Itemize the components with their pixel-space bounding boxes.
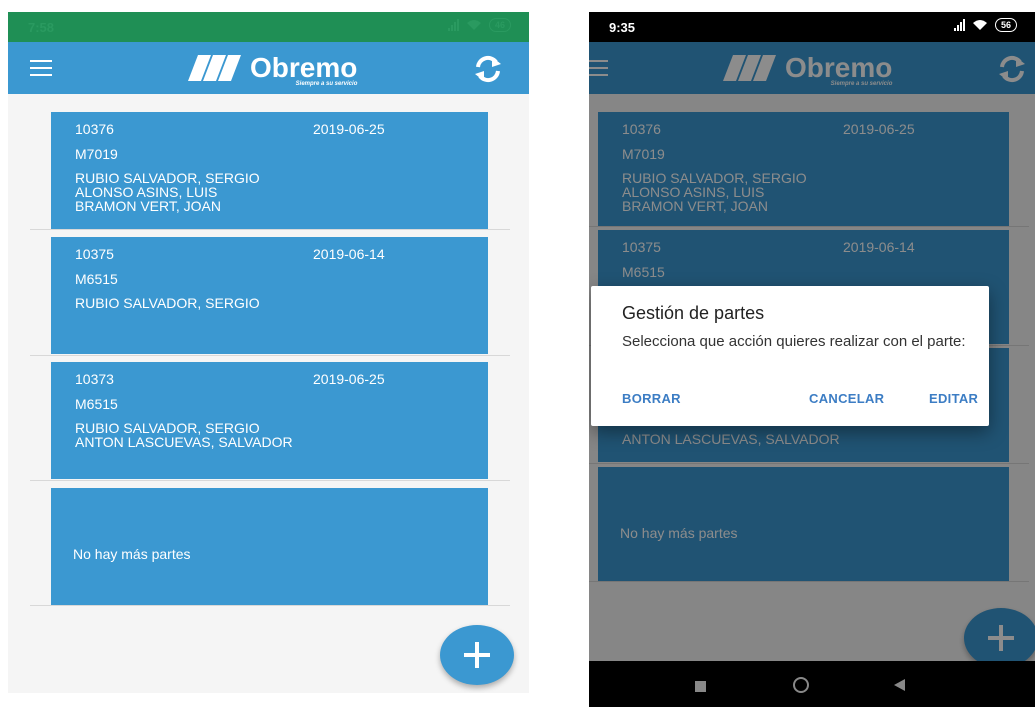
edit-button[interactable]: EDITAR (929, 391, 978, 406)
list-divider (30, 355, 510, 356)
status-bar: 9:35 56 (589, 12, 1035, 42)
recent-apps-icon[interactable] (695, 681, 706, 692)
dialog-title: Gestión de partes (622, 303, 765, 323)
app-bar: Obremo Siempre a su servicio (8, 42, 529, 94)
list-divider (30, 229, 510, 230)
worker-name: RUBIO SALVADOR, SERGIO (75, 170, 260, 186)
worker-name: ANTON LASCUEVAS, SALVADOR (75, 434, 293, 450)
worker-name: ALONSO ASINS, LUIS (75, 184, 218, 200)
part-workers: RUBIO SALVADOR, SERGIO ALONSO ASINS, LUI… (75, 171, 260, 213)
part-card[interactable]: 10375 2019-06-14 M6515 RUBIO SALVADOR, S… (51, 237, 488, 354)
phone-screen-list: 7:58 46 Obremo Siempre a su servicio 103… (8, 12, 529, 693)
worker-name: RUBIO SALVADOR, SERGIO (75, 295, 260, 311)
part-card[interactable]: 10376 2019-06-25 M7019 RUBIO SALVADOR, S… (51, 112, 488, 229)
worker-name: RUBIO SALVADOR, SERGIO (75, 420, 260, 436)
part-date: 2019-06-14 (313, 246, 385, 262)
part-date: 2019-06-25 (313, 371, 385, 387)
status-time: 7:58 (28, 20, 55, 35)
status-bar: 7:58 46 (8, 12, 529, 42)
part-date: 2019-06-25 (313, 121, 385, 137)
part-code: M6515 (75, 271, 118, 287)
plus-icon (464, 642, 490, 668)
part-code: M6515 (75, 396, 118, 412)
wifi-icon (972, 20, 987, 30)
part-code: M7019 (75, 146, 118, 162)
menu-icon[interactable] (30, 60, 52, 76)
battery-icon: 56 (994, 18, 1017, 32)
obremo-logo: Obremo Siempre a su servicio (186, 50, 358, 87)
add-part-button[interactable] (440, 625, 514, 685)
list-divider (30, 480, 510, 481)
cancel-button[interactable]: CANCELAR (809, 391, 884, 406)
part-number: 10375 (75, 246, 114, 262)
back-icon[interactable] (894, 679, 905, 691)
home-icon[interactable] (793, 677, 809, 693)
wifi-icon (466, 20, 481, 30)
refresh-icon[interactable] (473, 54, 503, 84)
logo-text: Obremo (250, 52, 358, 83)
dialog-message: Selecciona que acción quieres realizar c… (622, 333, 966, 350)
system-nav-bar (589, 661, 1035, 707)
logo-stripes-icon (188, 55, 241, 81)
battery-icon: 46 (488, 18, 511, 32)
worker-name: BRAMON VERT, JOAN (75, 198, 221, 214)
empty-card: No hay más partes (51, 488, 488, 605)
delete-button[interactable]: BORRAR (622, 391, 681, 406)
status-time: 9:35 (609, 20, 636, 35)
logo-tagline: Siempre a su servicio (295, 81, 358, 87)
part-number: 10373 (75, 371, 114, 387)
signal-icon (447, 19, 459, 31)
part-workers: RUBIO SALVADOR, SERGIO ANTON LASCUEVAS, … (75, 421, 293, 449)
part-card[interactable]: 10373 2019-06-25 M6515 RUBIO SALVADOR, S… (51, 362, 488, 479)
part-number: 10376 (75, 121, 114, 137)
part-workers: RUBIO SALVADOR, SERGIO (75, 296, 260, 310)
manage-parts-dialog: Gestión de partes Selecciona que acción … (591, 286, 989, 426)
list-divider (30, 605, 510, 606)
empty-message: No hay más partes (73, 546, 191, 562)
phone-screen-dialog: 9:35 56 Obremo Siempre a su servicio 103… (589, 12, 1035, 707)
signal-icon (953, 19, 965, 31)
